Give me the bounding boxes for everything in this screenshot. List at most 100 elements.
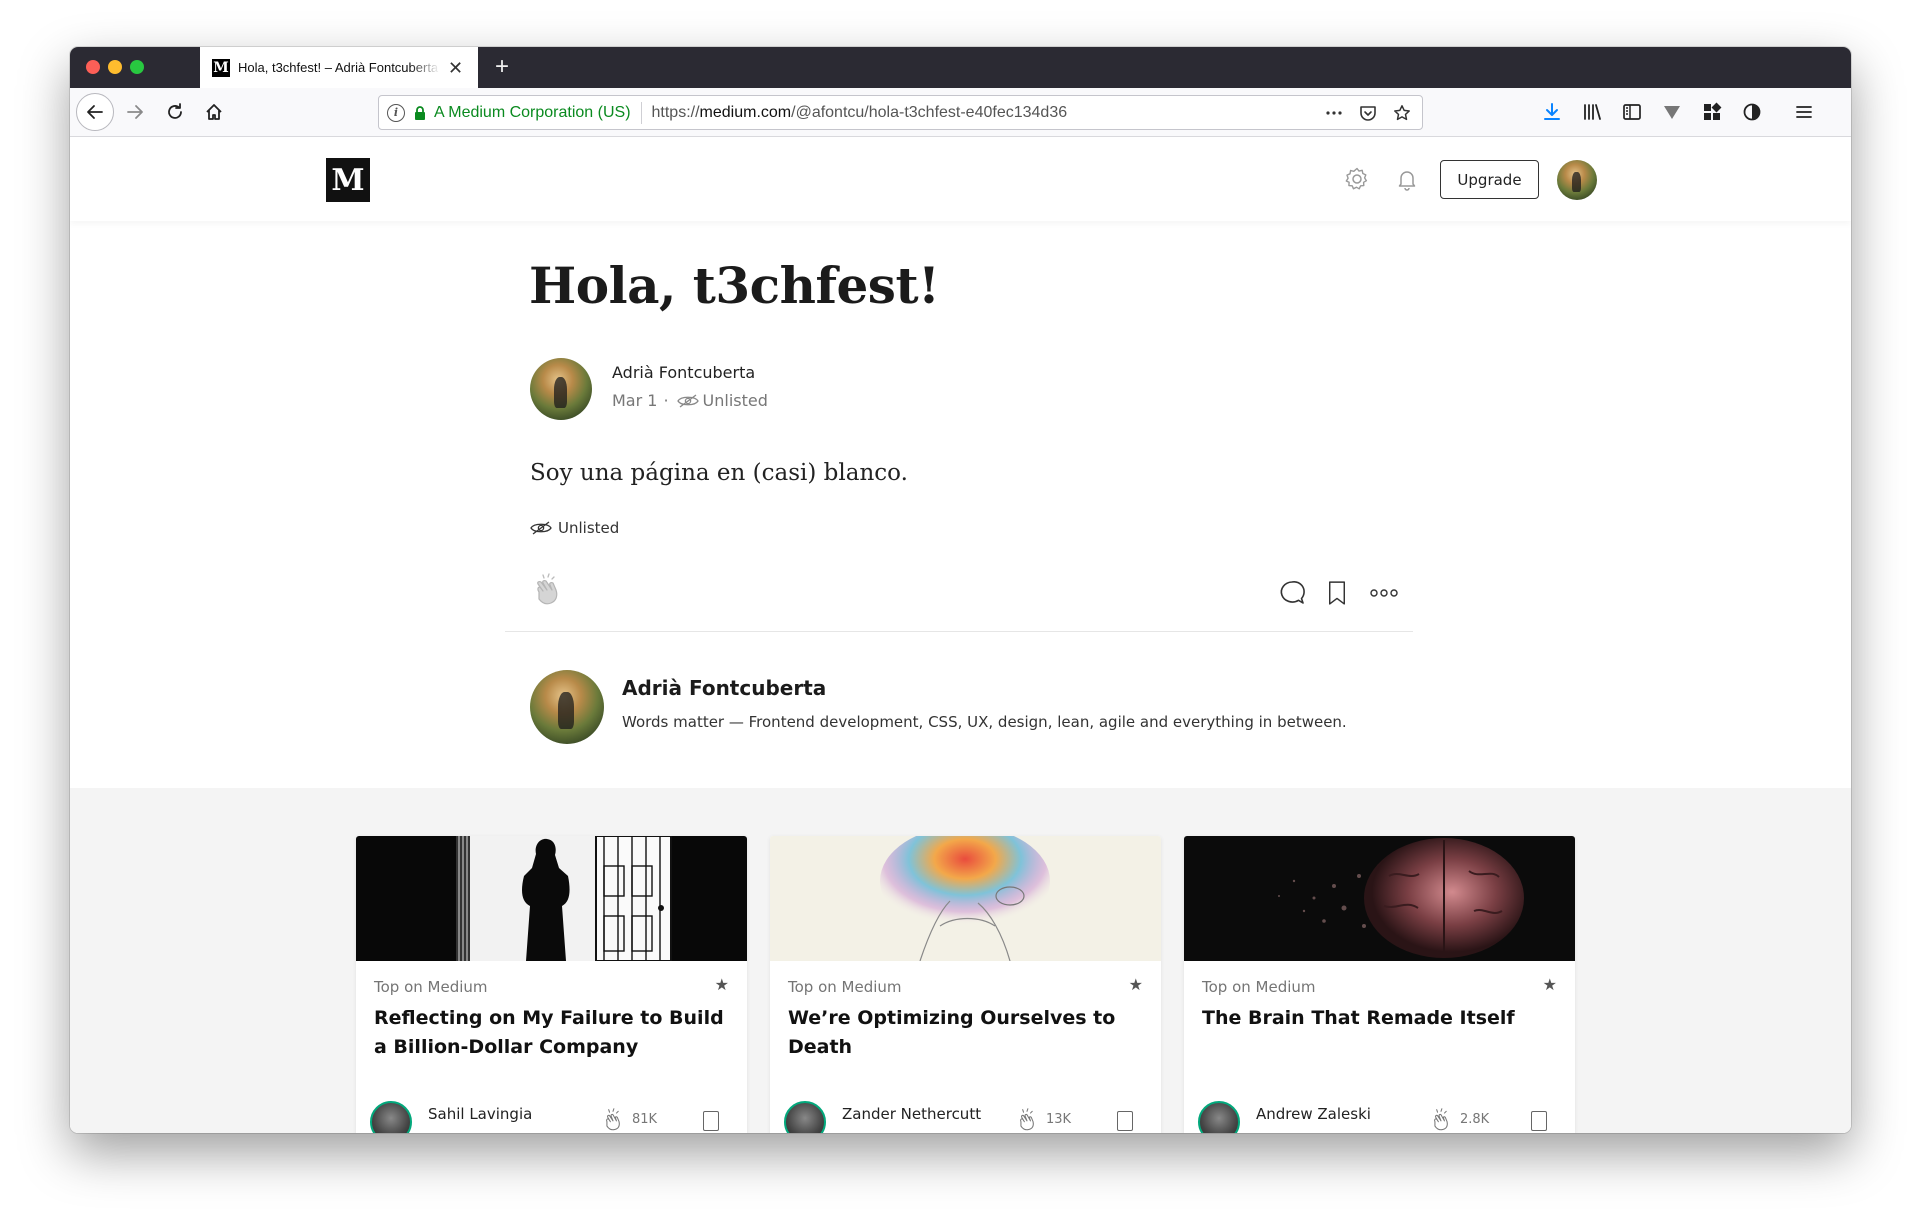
url-text[interactable]: https://medium.com/@afontcu/hola-t3chfes… xyxy=(652,104,1312,122)
reload-icon xyxy=(168,103,182,119)
more-options-button[interactable] xyxy=(1367,578,1401,608)
url-scheme: https:// xyxy=(651,103,700,121)
article-body: Soy una página en (casi) blanco. xyxy=(530,460,908,486)
page-actions-icon[interactable] xyxy=(1322,101,1346,125)
card-author-avatar[interactable] xyxy=(784,1101,826,1133)
menu-icon[interactable] xyxy=(1792,100,1816,124)
star-icon: ★ xyxy=(1542,977,1557,994)
meta-separator: · xyxy=(663,391,669,410)
bell-icon[interactable] xyxy=(1392,164,1422,194)
card-footer: Sahil Lavingia 81K xyxy=(370,1101,735,1133)
close-window-button[interactable] xyxy=(86,60,100,74)
tab-title: Hola, t3chfest! – Adrià Fontcuberta xyxy=(238,60,439,75)
lock-icon[interactable] xyxy=(411,104,429,122)
pocket-icon[interactable] xyxy=(1356,101,1380,125)
download-icon[interactable] xyxy=(1540,100,1564,124)
clap-icon[interactable] xyxy=(1012,1105,1042,1133)
sidebar-icon[interactable] xyxy=(1620,100,1644,124)
privacy-icon[interactable] xyxy=(1740,100,1764,124)
unlisted-tag: Unlisted xyxy=(530,519,619,537)
clap-count: 81K xyxy=(632,1112,658,1127)
star-icon: ★ xyxy=(714,977,729,994)
more-icon xyxy=(1370,589,1398,597)
site-header: M Upgrade xyxy=(70,138,1851,221)
card-author[interactable]: Sahil Lavingia xyxy=(428,1105,532,1123)
back-icon xyxy=(87,105,103,119)
author-name-link[interactable]: Adrià Fontcuberta xyxy=(612,363,755,382)
bio-avatar[interactable] xyxy=(530,670,604,744)
url-separator xyxy=(640,101,642,124)
medium-favicon-icon: M xyxy=(212,58,230,77)
article-date: Mar 1 xyxy=(612,391,658,410)
bio-description: Words matter — Frontend development, CSS… xyxy=(622,713,1347,731)
card-title[interactable]: We’re Optimizing Ourselves to Death xyxy=(788,1004,1143,1062)
home-button[interactable] xyxy=(197,95,231,129)
info-icon[interactable]: i xyxy=(387,103,405,122)
avatar[interactable] xyxy=(1557,160,1597,200)
bookmark-icon[interactable] xyxy=(703,1111,719,1131)
card-label: Top on Medium xyxy=(1202,978,1316,996)
recommendation-card[interactable]: Top on Medium ★ Reflecting on My Failure… xyxy=(356,836,747,1133)
author-avatar[interactable] xyxy=(530,358,592,420)
clap-icon[interactable] xyxy=(1426,1105,1456,1133)
card-author[interactable]: Andrew Zaleski xyxy=(1256,1105,1371,1123)
bookmark-icon[interactable] xyxy=(1531,1111,1547,1131)
medium-logo[interactable]: M xyxy=(326,158,370,202)
tab-strip: M Hola, t3chfest! – Adrià Fontcuberta ✕ … xyxy=(70,47,1851,88)
reload-button[interactable] xyxy=(158,95,192,129)
card-author-avatar[interactable] xyxy=(370,1101,412,1133)
clap-icon[interactable] xyxy=(598,1105,628,1133)
comment-button[interactable] xyxy=(1275,578,1309,608)
new-tab-button[interactable]: + xyxy=(488,53,516,81)
card-footer: Andrew Zaleski 2.8K xyxy=(1198,1101,1563,1133)
card-label: Top on Medium xyxy=(374,978,488,996)
card-title[interactable]: Reflecting on My Failure to Build a Bill… xyxy=(374,1004,729,1062)
toolbar-right xyxy=(1540,100,1816,124)
card-image xyxy=(770,836,1161,961)
comment-icon xyxy=(1280,580,1305,604)
home-icon xyxy=(206,104,222,120)
tab-active[interactable]: M Hola, t3chfest! – Adrià Fontcuberta ✕ xyxy=(200,47,478,88)
url-path: /@afontcu/hola-t3chfest-e40fec134d36 xyxy=(791,103,1068,121)
clap-button[interactable] xyxy=(527,568,571,612)
address-bar[interactable]: i A Medium Corporation (US) https://medi… xyxy=(378,95,1423,130)
card-title[interactable]: The Brain That Remade Itself xyxy=(1202,1004,1557,1033)
clap-count: 2.8K xyxy=(1460,1112,1490,1127)
recommendation-card[interactable]: Top on Medium ★ We’re Optimizing Ourselv… xyxy=(770,836,1161,1133)
upgrade-button[interactable]: Upgrade xyxy=(1440,160,1539,199)
gear-icon[interactable] xyxy=(1342,164,1372,194)
browser-window: M Hola, t3chfest! – Adrià Fontcuberta ✕ … xyxy=(70,47,1851,1133)
apps-icon[interactable] xyxy=(1700,100,1724,124)
forward-button[interactable] xyxy=(118,95,152,129)
card-label: Top on Medium xyxy=(788,978,902,996)
unlisted-eye-icon xyxy=(676,393,699,408)
back-button[interactable] xyxy=(76,93,114,131)
card-author-avatar[interactable] xyxy=(1198,1101,1240,1133)
close-icon[interactable]: ✕ xyxy=(448,59,463,77)
bookmark-icon[interactable] xyxy=(1117,1111,1133,1131)
card-image xyxy=(356,836,747,961)
unlisted-tag-label: Unlisted xyxy=(558,519,620,537)
card-author[interactable]: Zander Nethercutt xyxy=(842,1105,981,1123)
visibility-label: Unlisted xyxy=(702,391,768,410)
unlisted-eye-icon xyxy=(530,521,552,535)
extension-icon[interactable] xyxy=(1660,100,1684,124)
zoom-window-button[interactable] xyxy=(130,60,144,74)
clap-count: 13K xyxy=(1046,1112,1072,1127)
library-icon[interactable] xyxy=(1580,100,1604,124)
recommendations-section: Top on Medium ★ Reflecting on My Failure… xyxy=(70,788,1851,1133)
minimize-window-button[interactable] xyxy=(108,60,122,74)
card-image xyxy=(1184,836,1575,961)
article-meta: Mar 1 · Unlisted xyxy=(612,391,768,410)
card-footer: Zander Nethercutt 13K xyxy=(784,1101,1149,1133)
navigation-toolbar: i A Medium Corporation (US) https://medi… xyxy=(70,88,1851,137)
site-identity[interactable]: A Medium Corporation (US) xyxy=(434,104,631,122)
bio-author-name[interactable]: Adrià Fontcuberta xyxy=(622,676,826,700)
forward-icon xyxy=(127,105,143,119)
recommendation-card[interactable]: Top on Medium ★ The Brain That Remade It… xyxy=(1184,836,1575,1133)
divider xyxy=(505,631,1413,632)
bookmark-button[interactable] xyxy=(1320,578,1354,608)
url-domain: medium.com xyxy=(699,103,792,121)
page-viewport: M Upgrade Hola, t3chfest! Adrià Fontcube… xyxy=(70,138,1851,1133)
star-icon[interactable] xyxy=(1390,101,1414,125)
